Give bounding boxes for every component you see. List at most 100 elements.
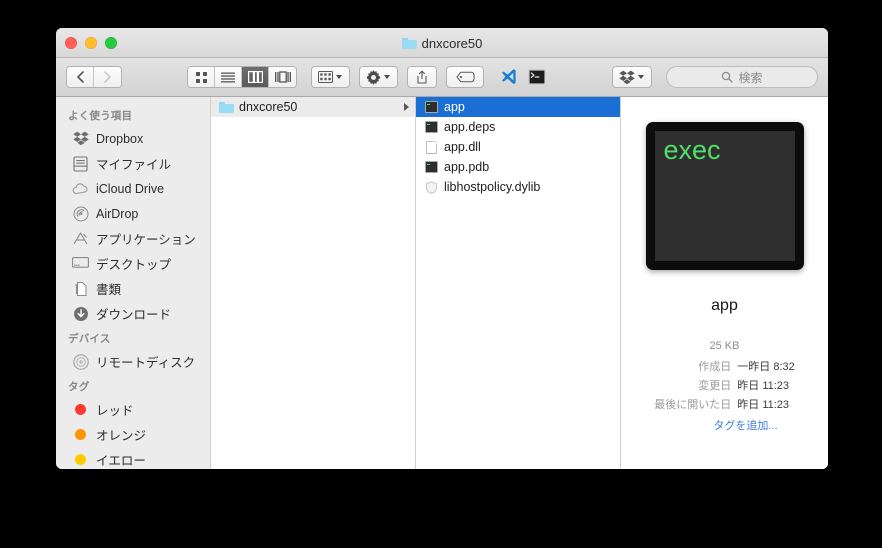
dropbox-button[interactable] bbox=[612, 66, 652, 88]
list-item-label: app.pdb bbox=[444, 160, 490, 174]
coverflow-view-button[interactable] bbox=[269, 67, 296, 87]
sidebar-item-label: マイファイル bbox=[96, 158, 172, 172]
metadata-key: 最後に開いた日 bbox=[654, 399, 732, 411]
sidebar-item-label: レッド bbox=[96, 404, 134, 418]
list-item-label: app bbox=[444, 100, 465, 114]
dylib-icon bbox=[424, 180, 438, 194]
sidebar-item-remote-disc[interactable]: リモートディスク bbox=[56, 349, 210, 374]
document-icon bbox=[424, 140, 438, 154]
sidebar-item-label: イエロー bbox=[96, 454, 146, 468]
sidebar-item-tag-orange[interactable]: オレンジ bbox=[56, 422, 210, 447]
list-item-label: dnxcore50 bbox=[239, 100, 298, 114]
myfiles-icon bbox=[72, 155, 89, 172]
navigation-button-group bbox=[66, 66, 122, 88]
sidebar-item-applications[interactable]: アプリケーション bbox=[56, 226, 210, 251]
sidebar-item-tag-yellow[interactable]: イエロー bbox=[56, 447, 210, 469]
exec-icon bbox=[424, 100, 438, 114]
sidebar-item-airdrop[interactable]: AirDrop bbox=[56, 201, 210, 226]
sidebar-item-label: AirDrop bbox=[96, 206, 139, 221]
exec-icon bbox=[424, 120, 438, 134]
list-view-button[interactable] bbox=[215, 67, 242, 87]
list-item-label: app.deps bbox=[444, 120, 496, 134]
tag-icon bbox=[455, 71, 475, 83]
terminal-button[interactable] bbox=[527, 68, 547, 86]
search-icon bbox=[721, 71, 734, 83]
list-item[interactable]: libhostpolicy.dylib bbox=[416, 177, 620, 197]
metadata-value: 昨日 11:23 bbox=[737, 380, 790, 392]
dropbox-icon bbox=[619, 70, 635, 85]
sidebar-item-label: アプリケーション bbox=[96, 233, 196, 247]
metadata-value: 昨日 11:23 bbox=[737, 399, 790, 411]
preview-metadata: 作成日 一昨日 8:32 変更日 昨日 11:23 最後に開いた日 昨日 11:… bbox=[654, 358, 794, 412]
search-placeholder: 検索 bbox=[738, 70, 763, 85]
tag-dot-icon bbox=[72, 451, 89, 468]
sidebar-item-documents[interactable]: 書類 bbox=[56, 276, 210, 301]
list-item[interactable]: app bbox=[416, 97, 620, 117]
gear-icon bbox=[366, 69, 381, 85]
folder-icon bbox=[401, 37, 417, 49]
sidebar-item-label: デスクトップ bbox=[96, 258, 172, 272]
preview-file-name: app bbox=[711, 297, 738, 314]
sidebar-item-label: iCloud Drive bbox=[96, 181, 165, 196]
window-titlebar: dnxcore50 bbox=[56, 28, 828, 58]
chevron-down-icon bbox=[384, 74, 391, 80]
list-item[interactable]: app.dll bbox=[416, 137, 620, 157]
column-view-button[interactable] bbox=[242, 67, 269, 87]
action-button[interactable] bbox=[359, 66, 398, 88]
arrange-button[interactable] bbox=[311, 66, 350, 88]
window-title: dnxcore50 bbox=[56, 28, 828, 58]
metadata-key: 作成日 bbox=[698, 361, 732, 373]
applications-icon bbox=[72, 230, 89, 247]
documents-icon bbox=[72, 280, 89, 297]
downloads-icon bbox=[72, 305, 89, 322]
dropbox-icon bbox=[72, 130, 89, 147]
exec-icon bbox=[424, 160, 438, 174]
disclosure-triangle-icon bbox=[404, 103, 409, 111]
preview-file-size: 25 KB bbox=[709, 340, 740, 352]
finder-window: dnxcore50 検索 よく使う項目 Dropbox マイファイル iClou… bbox=[56, 28, 828, 469]
search-input[interactable]: 検索 bbox=[666, 66, 818, 88]
list-item[interactable]: app.pdb bbox=[416, 157, 620, 177]
list-item[interactable]: dnxcore50 bbox=[211, 97, 415, 117]
view-mode-group bbox=[187, 66, 297, 88]
airdrop-icon bbox=[72, 205, 89, 222]
list-item-label: libhostpolicy.dylib bbox=[444, 180, 541, 194]
back-button[interactable] bbox=[67, 67, 94, 87]
desktop-icon bbox=[72, 255, 89, 272]
sidebar-item-tag-red[interactable]: レッド bbox=[56, 397, 210, 422]
icloud-icon bbox=[72, 180, 89, 197]
sidebar-item-label: オレンジ bbox=[96, 429, 147, 443]
sidebar-item-downloads[interactable]: ダウンロード bbox=[56, 301, 210, 326]
window-body: よく使う項目 Dropbox マイファイル iCloud Drive AirDr… bbox=[56, 97, 828, 469]
window-title-text: dnxcore50 bbox=[421, 35, 483, 51]
tag-button[interactable] bbox=[446, 66, 484, 88]
sidebar-item-dropbox[interactable]: Dropbox bbox=[56, 126, 210, 151]
tag-dot-icon bbox=[72, 401, 89, 418]
column-2: app app.deps app.dll app.pdb libhostpoli… bbox=[416, 97, 621, 469]
sidebar-item-icloud-drive[interactable]: iCloud Drive bbox=[56, 176, 210, 201]
vscode-button[interactable] bbox=[498, 67, 518, 87]
chevron-down-icon bbox=[336, 74, 343, 80]
share-button[interactable] bbox=[407, 66, 437, 88]
sidebar-section-favorites-header: よく使う項目 bbox=[68, 110, 133, 122]
metadata-key: 変更日 bbox=[698, 380, 732, 392]
preview-pane: exec app 25 KB 作成日 一昨日 8:32 変更日 昨日 11:23… bbox=[621, 97, 828, 469]
add-tag-link[interactable]: タグを追加... bbox=[713, 417, 777, 433]
tag-dot-icon bbox=[72, 426, 89, 443]
finder-toolbar: 検索 bbox=[56, 58, 828, 97]
sidebar-section-devices-header: デバイス bbox=[68, 333, 111, 345]
forward-button[interactable] bbox=[94, 67, 121, 87]
list-item-label: app.dll bbox=[444, 140, 481, 154]
column-1: dnxcore50 bbox=[211, 97, 416, 469]
folder-icon bbox=[219, 100, 234, 114]
sidebar-item-my-files[interactable]: マイファイル bbox=[56, 151, 210, 176]
exec-icon-large: exec bbox=[645, 122, 804, 270]
icon-view-button[interactable] bbox=[188, 67, 215, 87]
arrange-grid-icon bbox=[318, 71, 333, 83]
list-item[interactable]: app.deps bbox=[416, 117, 620, 137]
column-browser: dnxcore50 app app.deps app.dll app.pdb l… bbox=[211, 97, 828, 469]
sidebar-section-tags-header: タグ bbox=[68, 381, 90, 393]
sidebar-item-label: Dropbox bbox=[96, 131, 144, 146]
sidebar-item-desktop[interactable]: デスクトップ bbox=[56, 251, 210, 276]
chevron-down-icon bbox=[638, 74, 645, 80]
